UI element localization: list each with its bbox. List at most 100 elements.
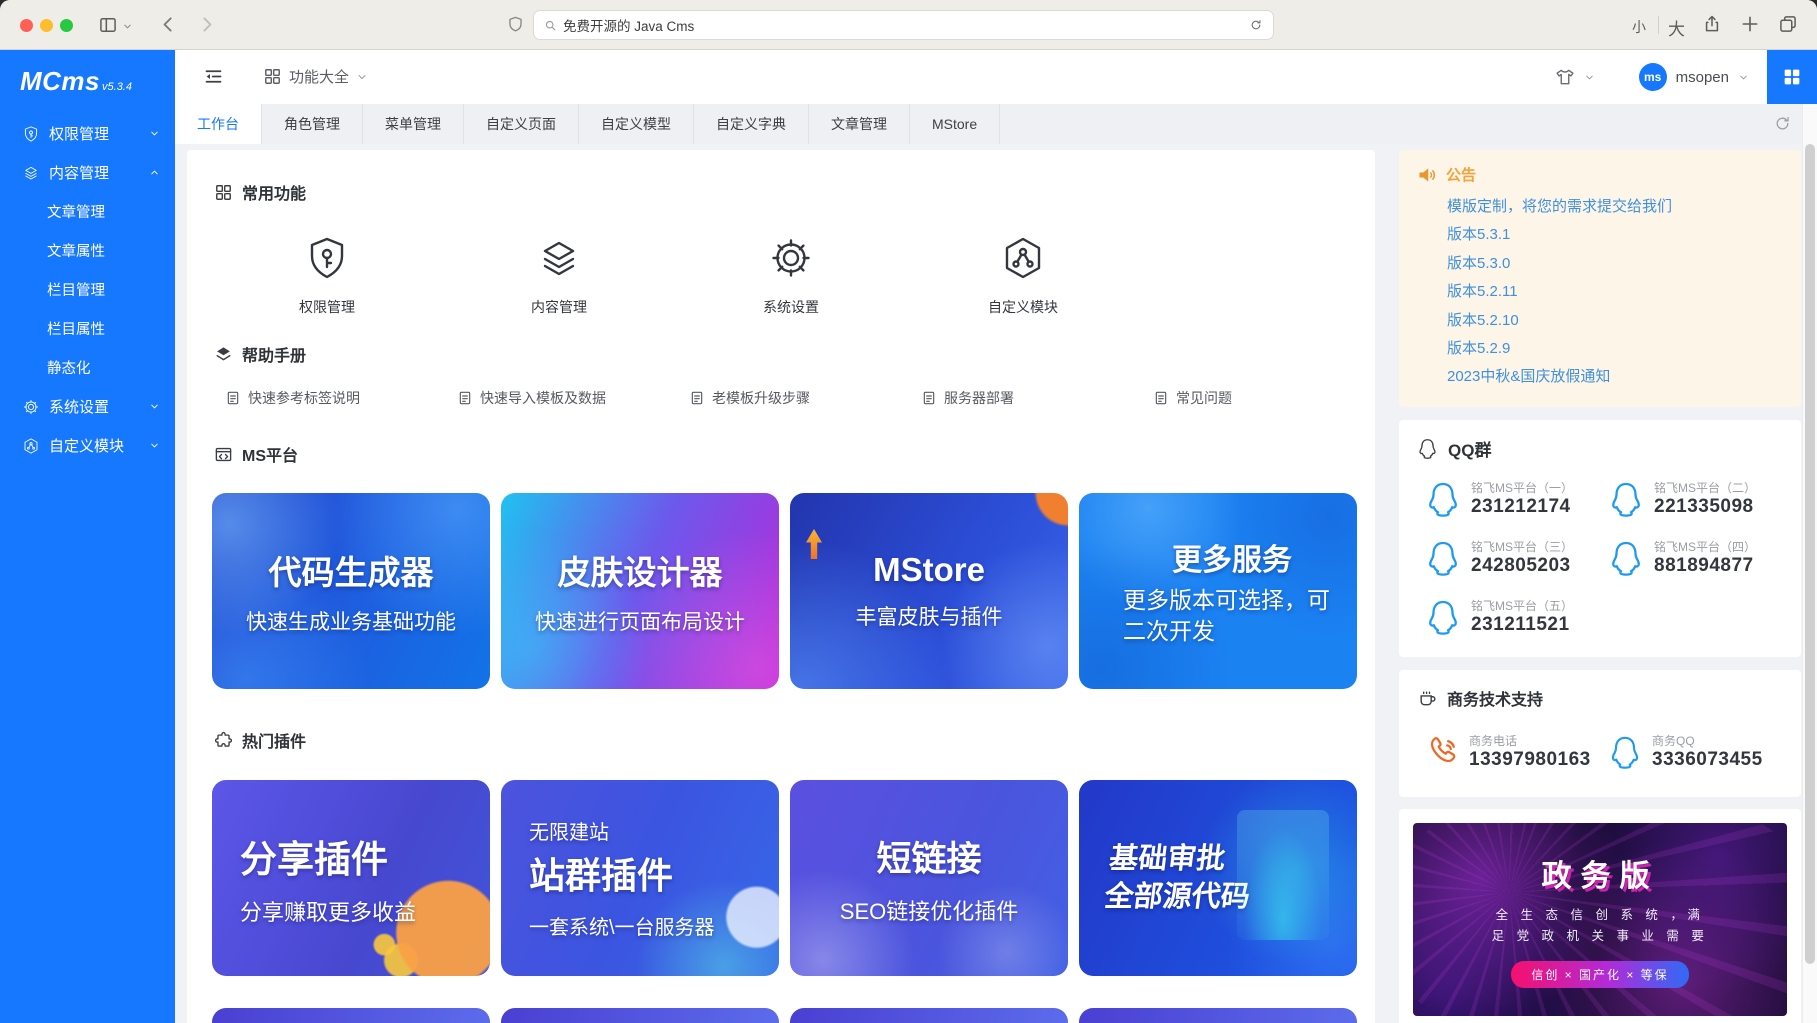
sidebar-item-label: 文章属性 [47,240,105,261]
scrollbar-thumb[interactable] [1805,144,1815,964]
all-functions-menu[interactable]: 功能大全 [263,66,368,87]
banner-subtitle: 丰富皮肤与插件 [856,601,1003,631]
qq-group-item[interactable]: 铭飞MS平台（二） 221335098 [1600,479,1783,518]
banner-code-generator[interactable]: 代码生成器 快速生成业务基础功能 [212,493,490,689]
section-title: 热门插件 [242,728,306,752]
tab-custom-model[interactable]: 自定义模型 [579,104,694,144]
support-phone-item[interactable]: 商务电话 13397980163 [1417,732,1600,771]
tab-workbench[interactable]: 工作台 [175,104,262,144]
section-ms-platform: MS平台 [214,442,298,466]
font-larger-button[interactable]: 大 [1668,15,1685,40]
username[interactable]: msopen [1676,69,1729,86]
qq-group-item[interactable]: 铭飞MS平台（五） 231211521 [1417,597,1600,636]
tab-mstore[interactable]: MStore [910,104,1000,144]
new-tab-icon[interactable] [1740,14,1760,34]
sidebar-item-content[interactable]: 内容管理 [0,153,175,192]
qq-icon [1425,481,1461,517]
section-hot-plugins: 热门插件 [214,728,306,752]
banner-partial[interactable] [790,1008,1068,1023]
help-link-faq[interactable]: 常见问题 [1153,388,1375,408]
sidebar-item-category-attr[interactable]: 栏目属性 [0,309,175,348]
help-link-upgrade[interactable]: 老模板升级步骤 [689,388,921,408]
banner-site-group-plugin[interactable]: 无限建站 站群插件 一套系统\一台服务器 [501,780,779,976]
window-zoom-button[interactable] [60,19,73,32]
banner-more-services[interactable]: 更多服务 更多版本可选择，可二次开发 [1079,493,1357,689]
tab-overview-icon[interactable] [1778,14,1798,34]
refresh-tab-icon[interactable] [1774,115,1791,137]
sidebar-item-permissions[interactable]: 权限管理 [0,114,175,153]
feature-permissions[interactable]: 权限管理 [211,234,443,317]
section-title: 帮助手册 [242,342,306,366]
banner-skin-designer[interactable]: 皮肤设计器 快速进行页面布局设计 [501,493,779,689]
browser-back-button[interactable] [158,14,179,35]
qq-group-item[interactable]: 铭飞MS平台（一） 231212174 [1417,479,1600,518]
sidebar-item-category-manage[interactable]: 栏目管理 [0,270,175,309]
feature-custom-module[interactable]: 自定义模块 [907,234,1139,317]
page-scrollbar[interactable] [1802,104,1817,1023]
window-close-button[interactable] [20,19,33,32]
banner-mstore[interactable]: MStore 丰富皮肤与插件 [790,493,1068,689]
banner-share-plugin[interactable]: 分享插件 分享赚取更多收益 [212,780,490,976]
notice-link[interactable]: 版本5.2.9 [1447,335,1783,363]
sidebar-item-staticize[interactable]: 静态化 [0,348,175,387]
support-qq-item[interactable]: 商务QQ 3336073455 [1600,732,1783,771]
tab-menu-manage[interactable]: 菜单管理 [363,104,464,144]
sidebar-item-label: 栏目管理 [47,279,105,300]
collapse-sidebar-icon[interactable] [203,66,224,92]
share-icon[interactable] [1702,14,1722,34]
banner-partial[interactable] [501,1008,779,1023]
sidebar-item-custom-module[interactable]: 自定义模块 [0,426,175,465]
chevron-up-icon [149,167,160,178]
chevron-down-icon[interactable] [1584,72,1595,83]
banner-partial[interactable] [212,1008,490,1023]
sidebar-item-article-manage[interactable]: 文章管理 [0,192,175,231]
reload-icon[interactable] [1249,18,1263,32]
banner-basic-approval[interactable]: 基础审批 全部源代码 [1079,780,1357,976]
promo-banner-government-edition[interactable]: 政务版 全 生 态 信 创 系 统 ，满 足 党 政 机 关 事 业 需 要 信… [1413,823,1787,1016]
sidebar-item-system-settings[interactable]: 系统设置 [0,387,175,426]
notice-link[interactable]: 版本5.2.10 [1447,307,1783,335]
help-link-tags[interactable]: 快速参考标签说明 [225,388,457,408]
tab-article-manage[interactable]: 文章管理 [809,104,910,144]
feature-content[interactable]: 内容管理 [443,234,675,317]
browser-sidebar-toggle[interactable] [98,15,118,35]
apps-grid-button[interactable] [1767,50,1817,104]
banner-title: 更多服务 [1107,535,1357,579]
banner-subtitle: 一套系统\一台服务器 [529,911,715,940]
qq-group-item[interactable]: 铭飞MS平台（四） 881894877 [1600,538,1783,577]
qq-group-name: 铭飞MS平台（五） [1471,597,1573,614]
plugin-banner-row-partial [212,1008,1357,1023]
browser-forward-button[interactable] [196,14,217,35]
banner-partial[interactable] [1079,1008,1357,1023]
code-window-icon [214,445,233,464]
help-link-deploy[interactable]: 服务器部署 [921,388,1153,408]
tab-custom-dict[interactable]: 自定义字典 [694,104,809,144]
feature-system-settings[interactable]: 系统设置 [675,234,907,317]
feature-label: 内容管理 [443,297,675,317]
app-logo[interactable]: MCmsv5.3.4 [0,50,175,106]
chevron-down-icon[interactable] [1738,72,1749,83]
section-title: 常用功能 [242,180,306,204]
font-smaller-button[interactable]: 小 [1632,17,1646,37]
sidebar-item-article-attr[interactable]: 文章属性 [0,231,175,270]
notice-link[interactable]: 2023中秋&国庆放假通知 [1447,363,1783,391]
theme-skin-icon[interactable] [1555,67,1575,87]
notice-link[interactable]: 版本5.2.11 [1447,278,1783,306]
avatar[interactable]: ms [1639,63,1667,91]
address-bar[interactable]: 免费开源的 Java Cms [533,10,1274,40]
section-common-functions: 常用功能 [214,180,306,204]
notice-link[interactable]: 模版定制，将您的需求提交给我们 [1447,193,1783,221]
chevron-down-icon[interactable] [122,21,133,32]
qq-group-item[interactable]: 铭飞MS平台（三） 242805203 [1417,538,1600,577]
notice-link[interactable]: 版本5.3.0 [1447,250,1783,278]
help-link-import[interactable]: 快速导入模板及数据 [457,388,689,408]
banner-short-link[interactable]: 短链接 SEO链接优化插件 [790,780,1068,976]
privacy-shield-icon[interactable] [506,15,525,34]
tab-role-manage[interactable]: 角色管理 [262,104,363,144]
support-label: 商务电话 [1469,732,1591,749]
qq-group-name: 铭飞MS平台（四） [1654,538,1756,555]
workbench-panel: 常用功能 权限管理 内容管理 系统设置 自定义模块 帮助手册 [187,150,1375,1023]
tab-custom-page[interactable]: 自定义页面 [464,104,579,144]
notice-link[interactable]: 版本5.3.1 [1447,221,1783,249]
window-minimize-button[interactable] [40,19,53,32]
